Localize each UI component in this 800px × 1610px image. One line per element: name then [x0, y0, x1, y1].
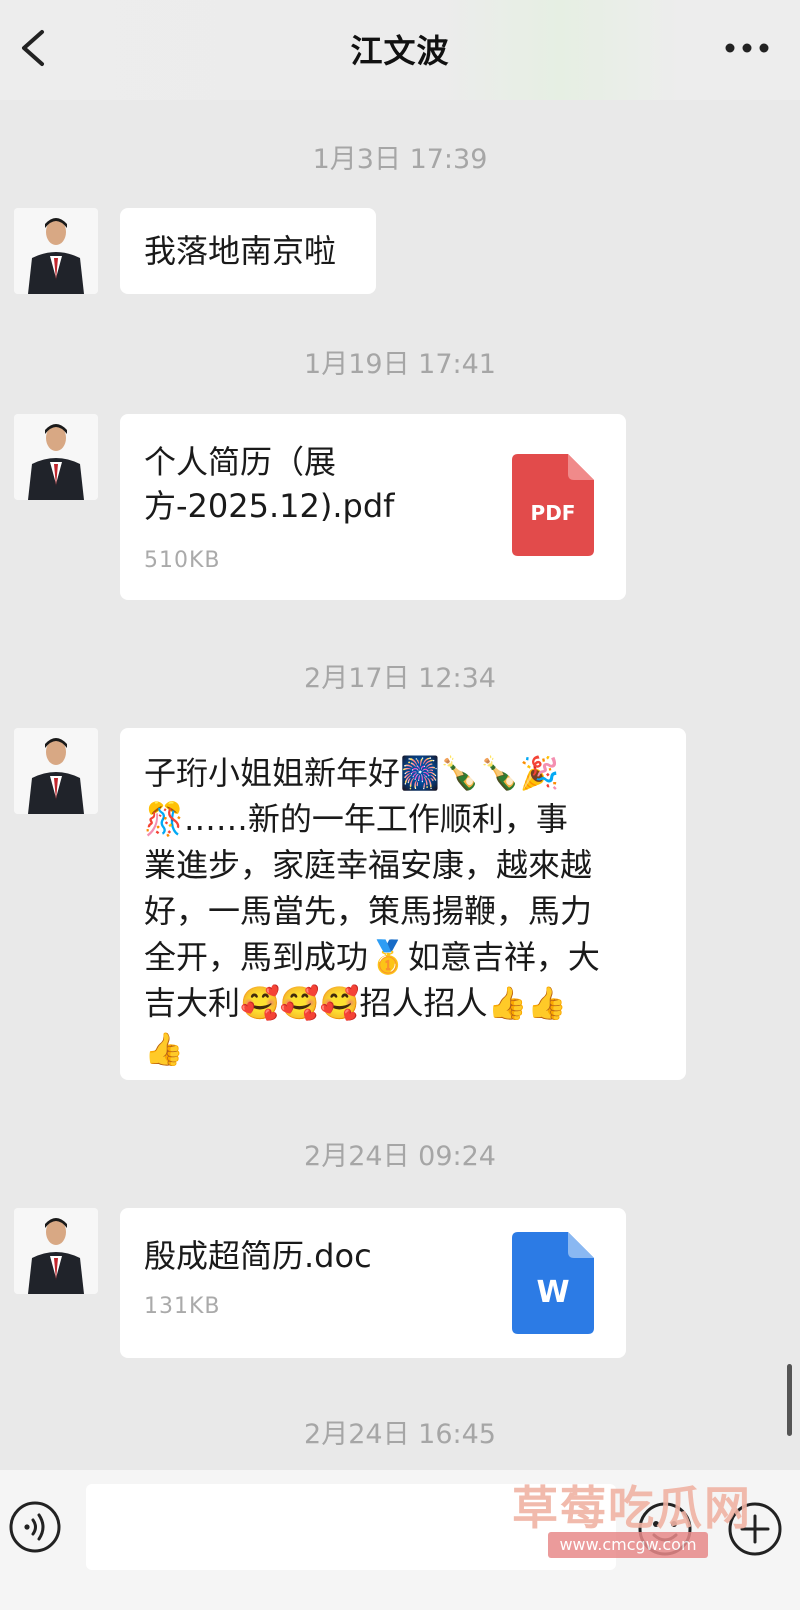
file-size: 131KB [144, 1294, 221, 1319]
watermark-url: www.cmcgw.com [548, 1532, 708, 1558]
file-name: 殷成超简历.doc [144, 1237, 372, 1275]
avatar[interactable] [14, 414, 98, 500]
timestamp: 2月17日 12:34 [304, 663, 496, 694]
message-bubble[interactable]: 我落地南京啦 [120, 208, 376, 294]
timestamp: 2月24日 16:45 [304, 1419, 496, 1450]
message-line: 🎊……新的一年工作顺利，事 [144, 800, 568, 838]
message-text: 我落地南京啦 [144, 232, 337, 270]
watermark-text: 草莓吃瓜网 [512, 1481, 752, 1535]
chat-title: 江文波 [350, 32, 450, 70]
person-avatar-icon [14, 208, 98, 294]
file-size: 510KB [144, 548, 221, 573]
file-message-pdf[interactable]: 个人简历（展 方-2025.12).pdf 510KB PDF [120, 414, 626, 600]
file-name: 个人简历（展 方-2025.12).pdf [144, 443, 395, 525]
more-dots-icon[interactable] [722, 36, 772, 60]
chat-header: 江文波 [0, 0, 800, 100]
person-avatar-icon [14, 1208, 98, 1294]
timestamp: 2月24日 09:24 [304, 1141, 496, 1172]
message-line: 吉大利🥰🥰🥰招人招人👍👍 [144, 984, 568, 1022]
message-line: 全开，馬到成功🥇如意吉祥，大 [144, 938, 600, 976]
voice-icon[interactable] [8, 1500, 62, 1554]
avatar[interactable] [14, 728, 98, 814]
message-bubble[interactable]: 子珩小姐姐新年好🎆🍾🍾🎉 🎊……新的一年工作顺利，事 業進步，家庭幸福安康，越來… [120, 728, 686, 1080]
person-avatar-icon [14, 414, 98, 500]
avatar[interactable] [14, 208, 98, 294]
message-text: 子珩小姐姐新年好🎆🍾🍾🎉 🎊……新的一年工作顺利，事 業進步，家庭幸福安康，越來… [144, 750, 600, 1072]
timestamp: 1月3日 17:39 [312, 144, 488, 175]
message-line: 子珩小姐姐新年好🎆🍾🍾🎉 [144, 754, 560, 792]
scrollbar[interactable] [787, 1364, 792, 1436]
word-file-icon: W [512, 1232, 594, 1334]
file-type-label: PDF [531, 501, 576, 525]
person-avatar-icon [14, 728, 98, 814]
message-line: 業進步，家庭幸福安康，越來越 [144, 846, 593, 884]
message-line: 👍 [144, 1030, 184, 1068]
avatar[interactable] [14, 1208, 98, 1294]
file-type-label: W [536, 1275, 569, 1310]
pdf-file-icon: PDF [512, 454, 594, 556]
message-line: 好，一馬當先，策馬揚鞭，馬力 [144, 892, 593, 930]
timestamp: 1月19日 17:41 [304, 349, 496, 380]
file-message-doc[interactable]: 殷成超简历.doc 131KB W [120, 1208, 626, 1358]
